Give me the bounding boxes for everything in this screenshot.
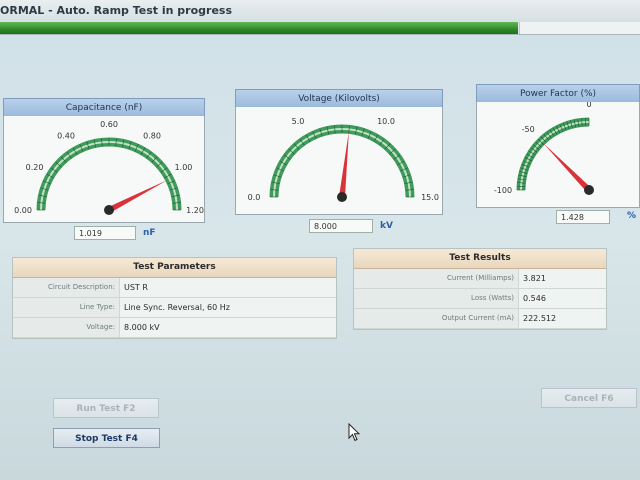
stop-test-button[interactable]: Stop Test F4	[53, 428, 160, 448]
gauge-tick-label: 1.20	[186, 206, 204, 215]
gauge-tick-label: 0.40	[57, 132, 75, 141]
capacitance-gauge-title: Capacitance (nF)	[3, 98, 205, 118]
parameter-value: Line Sync. Reversal, 60 Hz	[119, 298, 336, 317]
voltage-unit: kV	[380, 221, 393, 231]
power-factor-readout: 1.428	[556, 210, 610, 224]
mouse-pointer-icon	[348, 423, 361, 442]
result-label: Output Current (mA)	[441, 314, 514, 322]
result-label: Loss (Watts)	[471, 294, 514, 302]
cancel-button[interactable]: Cancel F6	[541, 388, 637, 408]
capacitance-gauge-face: 0.00 0.20 0.40 0.60 0.80 1.00 1.20	[3, 116, 205, 223]
title-bar: ORMAL - Auto. Ramp Test in progress	[0, 0, 640, 23]
power-factor-gauge: Power Factor (%) -100 -50 0	[476, 84, 640, 208]
voltage-gauge-face: 0.0 5.0 10.0 15.0	[235, 107, 443, 215]
parameter-label: Circuit Description:	[48, 283, 115, 291]
capacitance-dial: 0.00 0.20 0.40 0.60 0.80 1.00 1.20	[14, 120, 204, 215]
result-value: 222.512	[518, 309, 606, 328]
result-row: Loss (Watts) 0.546	[354, 289, 606, 309]
parameter-row: Circuit Description: UST R	[13, 278, 336, 298]
gauge-tick-label: -50	[522, 125, 535, 134]
window-title: ORMAL - Auto. Ramp Test in progress	[0, 4, 233, 17]
capacitance-unit: nF	[143, 228, 156, 238]
voltage-readout: 8.000	[309, 219, 373, 233]
gauge-scale-arc	[36, 137, 182, 211]
gauge-hub	[104, 205, 114, 215]
gauge-needle	[542, 142, 592, 193]
capacitance-readout: 1.019	[74, 226, 136, 240]
gauge-tick-label: 0	[586, 102, 591, 109]
gauge-tick-label: 0.60	[100, 120, 118, 129]
gauge-tick-label: 0.0	[248, 193, 261, 202]
gauge-tick-label: 0.20	[26, 163, 44, 172]
power-factor-dial: -100 -50 0	[494, 102, 594, 195]
result-value: 0.546	[518, 289, 606, 308]
parameter-label: Voltage:	[86, 323, 115, 331]
gauge-tick-label: 15.0	[421, 193, 439, 202]
result-row: Output Current (mA) 222.512	[354, 309, 606, 329]
parameter-value: 8.000 kV	[119, 318, 336, 337]
parameter-label: Line Type:	[79, 303, 115, 311]
result-value: 3.821	[518, 269, 606, 288]
test-results-title: Test Results	[354, 249, 606, 269]
gauge-tick-label: 10.0	[377, 117, 395, 126]
voltage-gauge: Voltage (Kilovolts) 0.0 5.0 10.0 15.0	[235, 89, 443, 215]
gauge-tick-label: -100	[494, 186, 512, 195]
result-row: Current (Milliamps) 3.821	[354, 269, 606, 289]
gauge-tick-label: 0.80	[143, 132, 161, 141]
gauge-tick-label: 5.0	[292, 117, 305, 126]
gauge-hub	[337, 192, 347, 202]
gauge-needle	[107, 179, 168, 213]
parameter-row: Line Type: Line Sync. Reversal, 60 Hz	[13, 298, 336, 318]
capacitance-gauge: Capacitance (nF) 0.00 0.20 0.40 0.60 0.80 1.0…	[3, 98, 205, 223]
parameter-value: UST R	[119, 278, 336, 297]
power-factor-gauge-title: Power Factor (%)	[476, 84, 640, 104]
test-progress-bar	[0, 22, 640, 35]
test-results-panel: Test Results Current (Milliamps) 3.821 L…	[353, 248, 607, 330]
power-factor-unit: %	[627, 211, 637, 221]
result-label: Current (Milliamps)	[447, 274, 514, 282]
voltage-gauge-title: Voltage (Kilovolts)	[235, 89, 443, 109]
test-parameters-title: Test Parameters	[13, 258, 336, 278]
gauge-hub	[584, 185, 594, 195]
progress-fill	[0, 22, 519, 34]
gauge-tick-label: 0.00	[14, 206, 32, 215]
power-factor-gauge-face: -100 -50 0	[476, 102, 640, 208]
parameter-row: Voltage: 8.000 kV	[13, 318, 336, 338]
gauge-scale-highlight	[40, 141, 178, 211]
progress-tail	[519, 22, 640, 34]
test-parameters-panel: Test Parameters Circuit Description: UST…	[12, 257, 337, 339]
gauge-tick-label: 1.00	[175, 163, 193, 172]
voltage-dial: 0.0 5.0 10.0 15.0	[248, 117, 439, 202]
gauge-needle	[339, 131, 349, 198]
run-test-button[interactable]: Run Test F2	[53, 398, 159, 418]
